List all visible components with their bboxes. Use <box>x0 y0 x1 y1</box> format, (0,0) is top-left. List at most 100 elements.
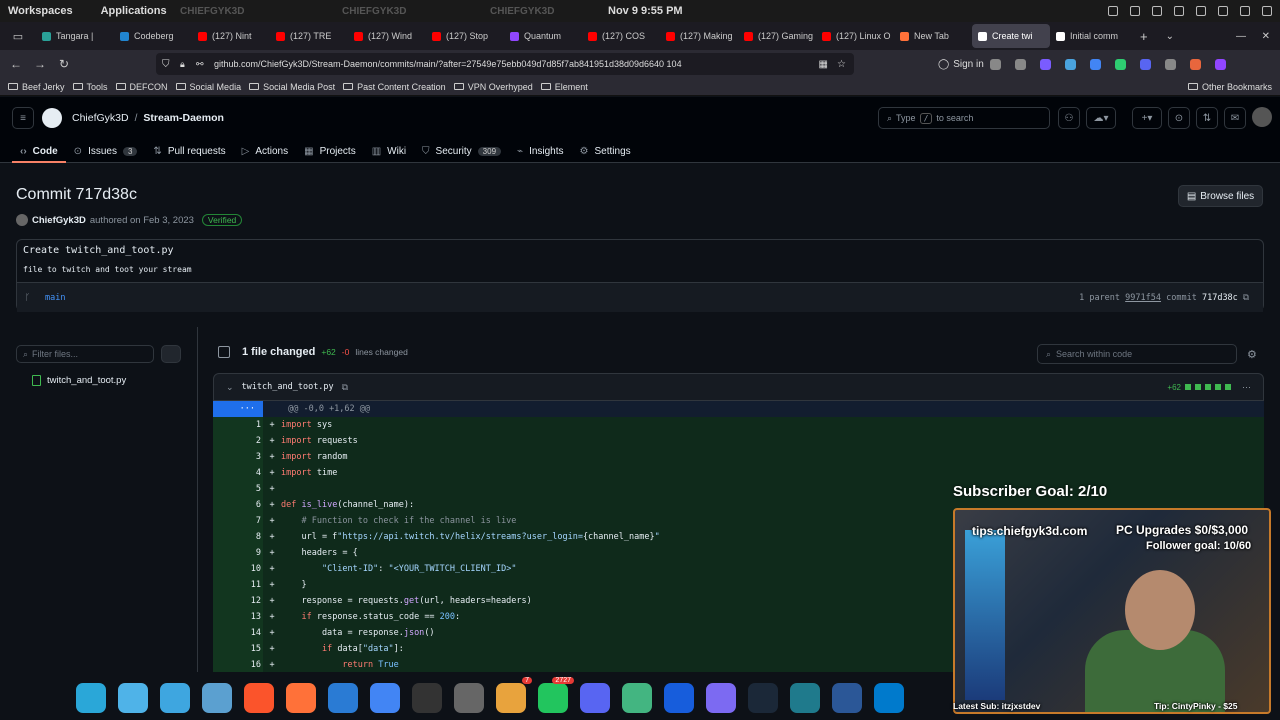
chevron-down-icon[interactable]: ⌄ <box>226 382 234 393</box>
new-tab-button[interactable]: + <box>1140 29 1148 44</box>
tab[interactable]: Tangara | <box>36 24 114 48</box>
dock-app-icon[interactable] <box>244 683 274 713</box>
workspaces-menu[interactable]: Workspaces <box>8 5 73 17</box>
reader-view-icon[interactable]: ▦ <box>819 59 828 70</box>
bookmark-item[interactable]: Social Media <box>175 82 241 92</box>
line-number[interactable]: 1 <box>213 417 263 433</box>
line-number[interactable]: 10 <box>213 561 263 577</box>
bookmark-item[interactable]: Tools <box>72 82 108 92</box>
tab[interactable]: (127) Making <box>660 24 738 48</box>
avatar[interactable] <box>16 214 28 226</box>
tab[interactable]: (127) Wind <box>348 24 426 48</box>
tab-insights[interactable]: ⌁ Insights <box>509 141 572 161</box>
dock-app-icon[interactable] <box>412 683 442 713</box>
tab[interactable]: Initial comm <box>1050 24 1128 48</box>
line-number[interactable]: 4 <box>213 465 263 481</box>
bookmark-item[interactable]: Beef Jerky <box>8 82 65 92</box>
extension-icon[interactable] <box>1165 58 1176 70</box>
back-icon[interactable]: ← <box>4 57 28 71</box>
branch-link[interactable]: main <box>45 293 65 303</box>
repo-link[interactable]: Stream-Daemon <box>143 112 224 124</box>
create-new-icon[interactable]: +▾ <box>1132 107 1162 129</box>
extension-icon[interactable] <box>990 58 1001 70</box>
dock-app-icon[interactable] <box>790 683 820 713</box>
tab[interactable]: New Tab <box>894 24 972 48</box>
dock-app-icon[interactable] <box>370 683 400 713</box>
applications-menu[interactable]: Applications <box>101 5 167 17</box>
line-number[interactable]: 11 <box>213 577 263 593</box>
owner-link[interactable]: ChiefGyk3D <box>72 112 129 124</box>
line-number[interactable]: 2 <box>213 433 263 449</box>
tab[interactable]: Create twi <box>972 24 1050 48</box>
list-tabs-icon[interactable]: ⌄ <box>1166 31 1174 42</box>
dock-app-icon[interactable]: 2727 <box>538 677 574 713</box>
tab[interactable]: Quantum <box>504 24 582 48</box>
url-bar[interactable]: ⛉ 🔒︎ ⚯ github.com/ChiefGyk3D/Stream-Daem… <box>156 53 854 75</box>
tab-projects[interactable]: ▦ Projects <box>296 141 364 161</box>
permissions-icon[interactable]: ⚯ <box>196 59 204 70</box>
filter-icon[interactable] <box>161 345 181 363</box>
bookmark-item[interactable]: Past Content Creation <box>343 82 446 92</box>
hamburger-menu-icon[interactable]: ≡ <box>12 107 34 129</box>
dock-app-icon[interactable] <box>622 683 652 713</box>
bookmark-item[interactable]: Element <box>540 82 588 92</box>
forward-icon[interactable]: → <box>28 57 52 71</box>
extension-icon[interactable] <box>1215 58 1226 70</box>
tab[interactable]: (127) TRE <box>270 24 348 48</box>
copilot-icon[interactable]: ⚇ <box>1058 107 1080 129</box>
tab[interactable]: (127) Gaming <box>738 24 816 48</box>
pull-requests-icon[interactable]: ⇅ <box>1196 107 1218 129</box>
line-number[interactable]: 14 <box>213 625 263 641</box>
dock-app-icon[interactable] <box>874 683 904 713</box>
line-number[interactable]: 12 <box>213 593 263 609</box>
power-icon[interactable] <box>1262 6 1272 16</box>
dock-app-icon[interactable] <box>706 683 736 713</box>
browse-files-button[interactable]: ▤ Browse files <box>1178 185 1263 207</box>
tray-icon[interactable] <box>1108 6 1118 16</box>
shield-icon[interactable]: ⛉ <box>162 59 170 70</box>
dock-app-icon[interactable] <box>202 683 232 713</box>
line-number[interactable]: 9 <box>213 545 263 561</box>
other-bookmarks[interactable]: Other Bookmarks <box>1187 82 1272 92</box>
kebab-menu-icon[interactable]: ⋯ <box>1242 382 1251 393</box>
copy-icon[interactable]: ⧉ <box>1243 293 1249 303</box>
filter-files-input[interactable]: ⌕ Filter files... <box>16 345 154 363</box>
search-input[interactable]: ⌕ Type / to search <box>878 107 1050 129</box>
search-within-code-input[interactable]: ⌕ Search within code <box>1037 344 1237 364</box>
copilot-menu-icon[interactable]: ☁▾ <box>1086 107 1116 129</box>
dock-app-icon[interactable] <box>832 683 862 713</box>
tray-icon[interactable] <box>1152 6 1162 16</box>
extension-icon[interactable] <box>1090 58 1101 70</box>
tree-file-item[interactable]: twitch_and_toot.py <box>32 375 126 386</box>
bookmark-item[interactable]: VPN Overhyped <box>453 82 533 92</box>
dock-app-icon[interactable] <box>580 683 610 713</box>
tab-pull-requests[interactable]: ⇅ Pull requests <box>145 141 233 161</box>
extension-icon[interactable] <box>1115 58 1126 70</box>
dock-app-icon[interactable] <box>454 683 484 713</box>
github-logo-icon[interactable] <box>42 108 62 128</box>
tab-code[interactable]: ‹› Code <box>12 141 66 163</box>
line-number[interactable]: 7 <box>213 513 263 529</box>
dock-app-icon[interactable] <box>286 683 316 713</box>
expand-icon[interactable]: ··· <box>213 401 263 417</box>
tab-actions[interactable]: ▷ Actions <box>234 141 297 161</box>
file-name[interactable]: twitch_and_toot.py <box>242 382 334 392</box>
tab-issues[interactable]: ⊙ Issues 3 <box>66 141 146 161</box>
clock[interactable]: Nov 9 9:55 PM <box>608 5 683 17</box>
extension-icon[interactable] <box>1015 58 1026 70</box>
line-number[interactable]: 13 <box>213 609 263 625</box>
tray-icon[interactable] <box>1174 6 1184 16</box>
gear-icon[interactable]: ⚙ <box>1247 348 1257 361</box>
tray-icon[interactable] <box>1130 6 1140 16</box>
extension-icon[interactable] <box>1140 58 1151 70</box>
sign-in-button[interactable]: ◯ Sign in <box>938 59 984 70</box>
tab[interactable]: (127) Nint <box>192 24 270 48</box>
minimize-icon[interactable]: — <box>1236 31 1246 42</box>
line-number[interactable]: 8 <box>213 529 263 545</box>
close-window-icon[interactable]: ✕ <box>1262 31 1270 42</box>
extension-icon[interactable] <box>1190 58 1201 70</box>
dock-app-icon[interactable]: 7 <box>496 677 532 713</box>
tray-icon[interactable] <box>1240 6 1250 16</box>
bookmark-star-icon[interactable]: ☆ <box>837 59 846 70</box>
dock-app-icon[interactable] <box>118 683 148 713</box>
